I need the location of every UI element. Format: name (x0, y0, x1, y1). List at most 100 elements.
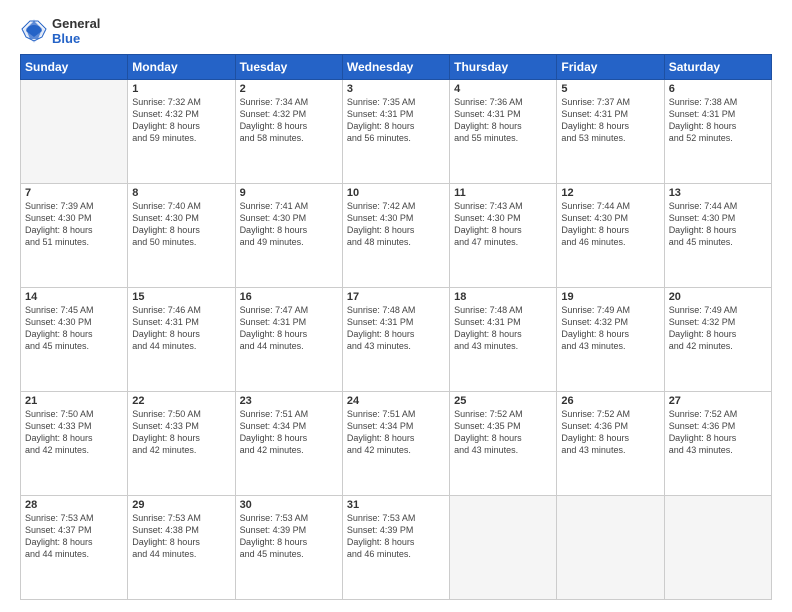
calendar-cell: 24Sunrise: 7:51 AM Sunset: 4:34 PM Dayli… (342, 392, 449, 496)
day-info: Sunrise: 7:35 AM Sunset: 4:31 PM Dayligh… (347, 96, 445, 145)
calendar-cell: 3Sunrise: 7:35 AM Sunset: 4:31 PM Daylig… (342, 80, 449, 184)
calendar-cell: 17Sunrise: 7:48 AM Sunset: 4:31 PM Dayli… (342, 288, 449, 392)
calendar-cell: 13Sunrise: 7:44 AM Sunset: 4:30 PM Dayli… (664, 184, 771, 288)
weekday-header-tuesday: Tuesday (235, 55, 342, 80)
day-number: 17 (347, 291, 445, 303)
day-number: 29 (132, 499, 230, 511)
day-number: 21 (25, 395, 123, 407)
weekday-header-monday: Monday (128, 55, 235, 80)
calendar-week-1: 1Sunrise: 7:32 AM Sunset: 4:32 PM Daylig… (21, 80, 772, 184)
day-info: Sunrise: 7:49 AM Sunset: 4:32 PM Dayligh… (669, 304, 767, 353)
day-number: 27 (669, 395, 767, 407)
day-info: Sunrise: 7:52 AM Sunset: 4:35 PM Dayligh… (454, 408, 552, 457)
calendar-cell: 7Sunrise: 7:39 AM Sunset: 4:30 PM Daylig… (21, 184, 128, 288)
day-number: 15 (132, 291, 230, 303)
day-info: Sunrise: 7:43 AM Sunset: 4:30 PM Dayligh… (454, 200, 552, 249)
day-info: Sunrise: 7:51 AM Sunset: 4:34 PM Dayligh… (240, 408, 338, 457)
day-number: 23 (240, 395, 338, 407)
calendar-cell: 25Sunrise: 7:52 AM Sunset: 4:35 PM Dayli… (450, 392, 557, 496)
weekday-header-thursday: Thursday (450, 55, 557, 80)
logo-text: General Blue (52, 16, 100, 46)
day-info: Sunrise: 7:34 AM Sunset: 4:32 PM Dayligh… (240, 96, 338, 145)
day-info: Sunrise: 7:45 AM Sunset: 4:30 PM Dayligh… (25, 304, 123, 353)
calendar-cell: 12Sunrise: 7:44 AM Sunset: 4:30 PM Dayli… (557, 184, 664, 288)
day-number: 9 (240, 187, 338, 199)
day-info: Sunrise: 7:40 AM Sunset: 4:30 PM Dayligh… (132, 200, 230, 249)
day-info: Sunrise: 7:50 AM Sunset: 4:33 PM Dayligh… (132, 408, 230, 457)
calendar-cell: 6Sunrise: 7:38 AM Sunset: 4:31 PM Daylig… (664, 80, 771, 184)
day-number: 20 (669, 291, 767, 303)
calendar-week-4: 21Sunrise: 7:50 AM Sunset: 4:33 PM Dayli… (21, 392, 772, 496)
day-number: 1 (132, 83, 230, 95)
day-number: 8 (132, 187, 230, 199)
calendar-cell: 16Sunrise: 7:47 AM Sunset: 4:31 PM Dayli… (235, 288, 342, 392)
weekday-header-sunday: Sunday (21, 55, 128, 80)
day-number: 10 (347, 187, 445, 199)
day-info: Sunrise: 7:53 AM Sunset: 4:39 PM Dayligh… (240, 512, 338, 561)
day-number: 18 (454, 291, 552, 303)
calendar-cell: 22Sunrise: 7:50 AM Sunset: 4:33 PM Dayli… (128, 392, 235, 496)
day-number: 30 (240, 499, 338, 511)
calendar-cell: 23Sunrise: 7:51 AM Sunset: 4:34 PM Dayli… (235, 392, 342, 496)
weekday-header-saturday: Saturday (664, 55, 771, 80)
calendar-cell: 4Sunrise: 7:36 AM Sunset: 4:31 PM Daylig… (450, 80, 557, 184)
day-info: Sunrise: 7:48 AM Sunset: 4:31 PM Dayligh… (347, 304, 445, 353)
weekday-header-friday: Friday (557, 55, 664, 80)
calendar-cell: 2Sunrise: 7:34 AM Sunset: 4:32 PM Daylig… (235, 80, 342, 184)
day-number: 28 (25, 499, 123, 511)
day-number: 12 (561, 187, 659, 199)
day-info: Sunrise: 7:53 AM Sunset: 4:39 PM Dayligh… (347, 512, 445, 561)
calendar-cell: 18Sunrise: 7:48 AM Sunset: 4:31 PM Dayli… (450, 288, 557, 392)
day-number: 24 (347, 395, 445, 407)
day-number: 31 (347, 499, 445, 511)
calendar-week-2: 7Sunrise: 7:39 AM Sunset: 4:30 PM Daylig… (21, 184, 772, 288)
weekday-header-wednesday: Wednesday (342, 55, 449, 80)
day-info: Sunrise: 7:53 AM Sunset: 4:38 PM Dayligh… (132, 512, 230, 561)
logo-icon (20, 17, 48, 45)
calendar-cell: 30Sunrise: 7:53 AM Sunset: 4:39 PM Dayli… (235, 496, 342, 600)
page: General Blue SundayMondayTuesdayWednesda… (0, 0, 792, 612)
weekday-header-row: SundayMondayTuesdayWednesdayThursdayFrid… (21, 55, 772, 80)
calendar-cell: 29Sunrise: 7:53 AM Sunset: 4:38 PM Dayli… (128, 496, 235, 600)
day-number: 7 (25, 187, 123, 199)
day-number: 25 (454, 395, 552, 407)
day-info: Sunrise: 7:46 AM Sunset: 4:31 PM Dayligh… (132, 304, 230, 353)
day-info: Sunrise: 7:50 AM Sunset: 4:33 PM Dayligh… (25, 408, 123, 457)
day-number: 5 (561, 83, 659, 95)
calendar-week-5: 28Sunrise: 7:53 AM Sunset: 4:37 PM Dayli… (21, 496, 772, 600)
day-info: Sunrise: 7:52 AM Sunset: 4:36 PM Dayligh… (669, 408, 767, 457)
day-info: Sunrise: 7:38 AM Sunset: 4:31 PM Dayligh… (669, 96, 767, 145)
calendar-cell: 14Sunrise: 7:45 AM Sunset: 4:30 PM Dayli… (21, 288, 128, 392)
calendar-cell: 1Sunrise: 7:32 AM Sunset: 4:32 PM Daylig… (128, 80, 235, 184)
day-info: Sunrise: 7:48 AM Sunset: 4:31 PM Dayligh… (454, 304, 552, 353)
day-info: Sunrise: 7:32 AM Sunset: 4:32 PM Dayligh… (132, 96, 230, 145)
day-info: Sunrise: 7:42 AM Sunset: 4:30 PM Dayligh… (347, 200, 445, 249)
day-number: 11 (454, 187, 552, 199)
day-info: Sunrise: 7:53 AM Sunset: 4:37 PM Dayligh… (25, 512, 123, 561)
calendar-cell (664, 496, 771, 600)
day-info: Sunrise: 7:36 AM Sunset: 4:31 PM Dayligh… (454, 96, 552, 145)
calendar-cell: 27Sunrise: 7:52 AM Sunset: 4:36 PM Dayli… (664, 392, 771, 496)
calendar-cell: 8Sunrise: 7:40 AM Sunset: 4:30 PM Daylig… (128, 184, 235, 288)
day-number: 16 (240, 291, 338, 303)
day-info: Sunrise: 7:39 AM Sunset: 4:30 PM Dayligh… (25, 200, 123, 249)
calendar-cell: 20Sunrise: 7:49 AM Sunset: 4:32 PM Dayli… (664, 288, 771, 392)
day-info: Sunrise: 7:49 AM Sunset: 4:32 PM Dayligh… (561, 304, 659, 353)
calendar-week-3: 14Sunrise: 7:45 AM Sunset: 4:30 PM Dayli… (21, 288, 772, 392)
day-number: 22 (132, 395, 230, 407)
day-number: 6 (669, 83, 767, 95)
day-info: Sunrise: 7:52 AM Sunset: 4:36 PM Dayligh… (561, 408, 659, 457)
day-info: Sunrise: 7:51 AM Sunset: 4:34 PM Dayligh… (347, 408, 445, 457)
day-info: Sunrise: 7:44 AM Sunset: 4:30 PM Dayligh… (561, 200, 659, 249)
day-number: 14 (25, 291, 123, 303)
day-number: 26 (561, 395, 659, 407)
day-info: Sunrise: 7:37 AM Sunset: 4:31 PM Dayligh… (561, 96, 659, 145)
calendar-cell (450, 496, 557, 600)
calendar-table: SundayMondayTuesdayWednesdayThursdayFrid… (20, 54, 772, 600)
calendar-cell: 9Sunrise: 7:41 AM Sunset: 4:30 PM Daylig… (235, 184, 342, 288)
calendar-cell: 15Sunrise: 7:46 AM Sunset: 4:31 PM Dayli… (128, 288, 235, 392)
calendar-cell: 21Sunrise: 7:50 AM Sunset: 4:33 PM Dayli… (21, 392, 128, 496)
calendar-cell: 10Sunrise: 7:42 AM Sunset: 4:30 PM Dayli… (342, 184, 449, 288)
day-info: Sunrise: 7:44 AM Sunset: 4:30 PM Dayligh… (669, 200, 767, 249)
header: General Blue (20, 16, 772, 46)
